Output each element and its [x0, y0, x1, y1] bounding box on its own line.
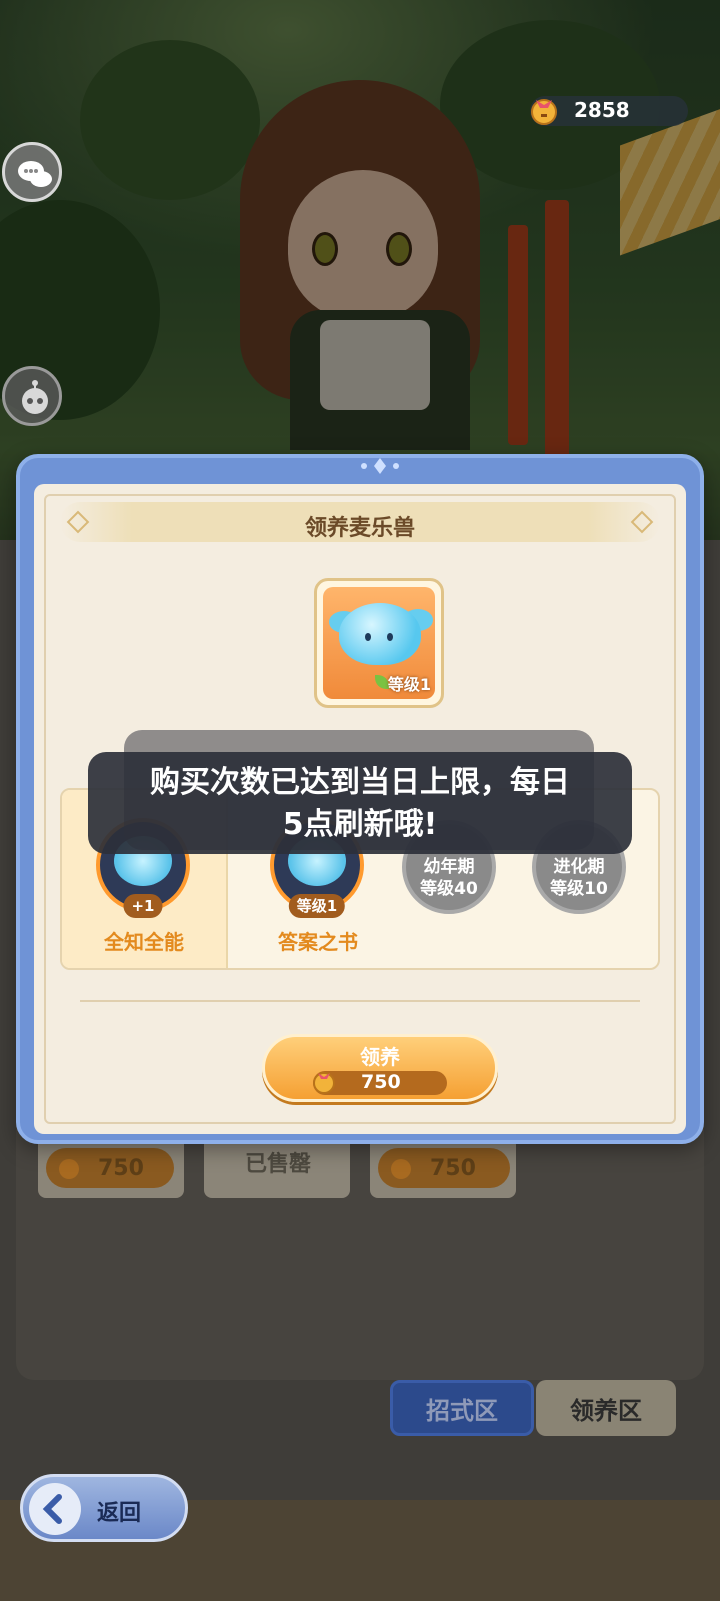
- locked-stage: 进化期: [553, 857, 605, 877]
- toast-line1: 购买次数已达到当日上限，每日: [150, 765, 570, 800]
- back-label: 返回: [97, 1501, 142, 1526]
- shop-price: 750: [46, 1148, 174, 1188]
- locked-stage: 幼年期: [423, 857, 475, 877]
- back-button[interactable]: 返回: [20, 1474, 188, 1542]
- dialog-title: 领养麦乐兽: [304, 516, 415, 541]
- back-arrow-icon: [29, 1483, 81, 1535]
- pet-portrait: 等级1: [314, 578, 444, 708]
- tab-adopt[interactable]: 领养区: [536, 1380, 676, 1436]
- ornament-icon: [361, 458, 399, 474]
- robot-button[interactable]: [2, 366, 62, 426]
- robot-icon: [22, 380, 48, 414]
- locked-level: 等级10: [550, 879, 608, 899]
- bell-coin-icon: [59, 1159, 79, 1179]
- dialog-title-bar: 领养麦乐兽: [60, 502, 660, 542]
- adopt-label: 领养: [360, 1045, 400, 1069]
- divider: [80, 1000, 640, 1002]
- skill-tag: 等级1: [288, 894, 346, 918]
- chat-icon: [18, 161, 52, 187]
- toast-line2: 5点刷新哦!: [282, 807, 438, 842]
- bell-coin-icon: [531, 99, 557, 125]
- currency-display: 2858: [530, 96, 688, 126]
- bell-coin-icon: [313, 1072, 335, 1094]
- currency-amount: 2858: [574, 98, 630, 122]
- sold-out-label: 已售罄: [244, 1152, 311, 1177]
- skill-name: 全知全能: [104, 930, 184, 954]
- pet-level: 等级1: [387, 675, 431, 694]
- chat-button[interactable]: [2, 142, 62, 202]
- locked-level: 等级40: [420, 879, 478, 899]
- tab-moves[interactable]: 招式区: [390, 1380, 534, 1436]
- pet-image: [339, 603, 421, 665]
- toast-message: 购买次数已达到当日上限，每日 5点刷新哦!: [88, 752, 632, 854]
- adopt-price: 750: [313, 1071, 447, 1095]
- skill-tag: +1: [123, 894, 163, 918]
- shop-price: 750: [378, 1148, 510, 1188]
- adopt-button[interactable]: 领养 750: [262, 1034, 498, 1102]
- bell-coin-icon: [391, 1159, 411, 1179]
- skill-name: 答案之书: [278, 930, 358, 954]
